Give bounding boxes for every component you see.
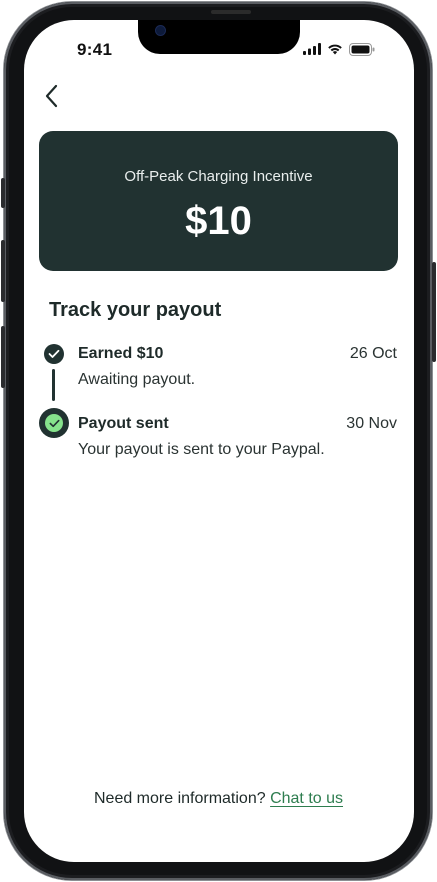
step-title: Payout sent [78, 415, 169, 432]
check-circle-active-icon [39, 408, 69, 438]
incentive-card: Off-Peak Charging Incentive $10 [39, 131, 398, 271]
check-circle-icon [44, 344, 64, 364]
camera-icon [156, 26, 165, 35]
power-button [432, 262, 436, 362]
status-time: 9:41 [77, 40, 113, 59]
step-description: Your payout is sent to your Paypal. [78, 441, 325, 458]
help-prompt: Need more information? [93, 790, 266, 807]
volume-down-button [1, 326, 5, 388]
incentive-amount: $10 [185, 199, 252, 243]
speaker-grille [211, 10, 251, 14]
side-button [1, 178, 5, 208]
volume-up-button [1, 240, 5, 302]
back-button[interactable] [42, 84, 62, 108]
section-title: Track your payout [49, 299, 222, 321]
chat-link[interactable]: Chat to us [270, 790, 343, 807]
step-date: 30 Nov [346, 415, 397, 432]
status-icons [303, 42, 375, 56]
wifi-icon [328, 44, 342, 55]
help-footer: Need more information? Chat to us [0, 790, 437, 808]
signal-icon [303, 43, 321, 55]
battery-icon [349, 42, 375, 56]
incentive-title: Off-Peak Charging Incentive [124, 168, 313, 185]
chevron-left-icon [45, 84, 58, 108]
timeline-connector [52, 369, 55, 401]
notch [138, 20, 300, 54]
step-date: 26 Oct [349, 345, 397, 362]
step-description: Awaiting payout. [78, 371, 196, 388]
step-title: Earned $10 [78, 345, 164, 362]
